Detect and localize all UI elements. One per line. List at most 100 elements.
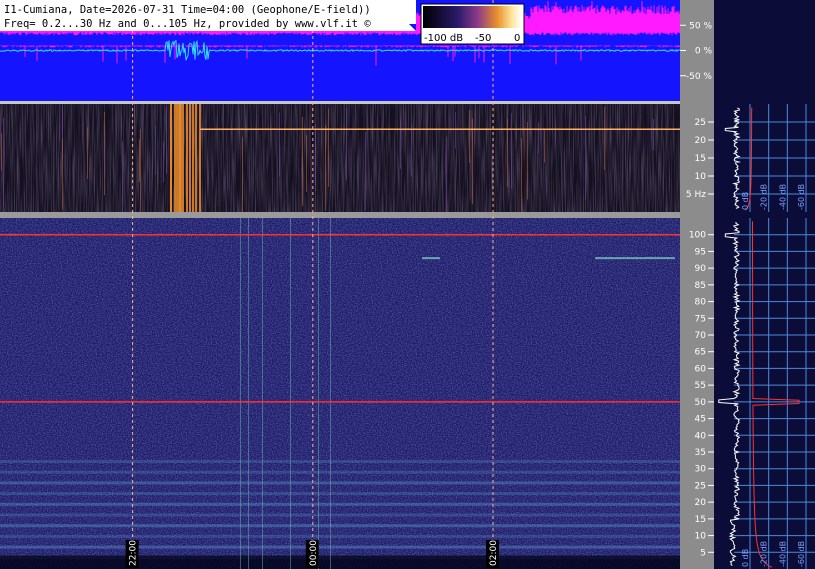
high-frequency-tick-label: 55 <box>695 381 706 391</box>
amplitude-tick-label: 0 % <box>695 47 713 57</box>
time-label: 00:00 <box>309 540 319 566</box>
vlf-spectrogram-chart: 22:00 00:00 02:00 50 % 0 % -50 % 5 Hz 10 15 20 25… <box>0 0 815 569</box>
colorbar-label-max: 0 <box>514 33 520 44</box>
low-frequency-tick-label: 15 <box>695 154 706 164</box>
spectrogram-high-streak <box>240 218 241 569</box>
colorbar-label-min: -100 dB <box>424 33 463 44</box>
spectrogram-low-burst <box>653 119 654 151</box>
spectrogram-low-burst <box>302 117 303 206</box>
spectrum-profile-db-label-high: -60 dB <box>797 541 806 567</box>
low-frequency-tick-label: 5 Hz <box>686 190 706 200</box>
spectrum-profile-db-label-low: 0 dB <box>741 192 750 210</box>
spectrogram-low-burst <box>163 142 164 183</box>
spectrogram-low-burst <box>189 104 191 212</box>
spectrogram-low-burst <box>446 136 447 213</box>
high-frequency-tick-label: 70 <box>695 331 707 341</box>
spectrogram-low-burst <box>411 124 412 177</box>
spectrogram-low-burst <box>186 104 188 212</box>
low-frequency-tick-label: 10 <box>695 172 707 182</box>
spectrum-profile-db-label-low: -40 dB <box>778 184 787 210</box>
spectrogram-low-burst <box>166 106 167 174</box>
spectrogram-low-burst <box>87 127 88 179</box>
spectrogram-low-burst <box>527 121 528 200</box>
spectrogram-low-burst <box>170 104 172 212</box>
high-frequency-tick-label: 30 <box>695 465 707 475</box>
spectrogram-low-burst <box>511 112 512 189</box>
spectrogram-low-burst <box>472 118 473 205</box>
high-frequency-tick-label: 60 <box>695 364 707 374</box>
spectrogram-low-burst <box>455 111 456 149</box>
spectrum-profile-db-label-low: -60 dB <box>797 184 806 210</box>
high-frequency-tick-label: 5 <box>700 548 706 558</box>
spectrogram-high-band <box>0 502 680 506</box>
spectrogram-high-band <box>0 513 680 517</box>
spectrogram-low-burst <box>199 104 201 212</box>
spectrogram-low-burst <box>155 126 156 176</box>
spectrogram-low-burst <box>306 135 307 192</box>
spectrogram-low-burst <box>174 104 176 212</box>
spectrogram-low-burst <box>365 132 366 212</box>
spectrogram-high-band <box>0 460 680 464</box>
high-frequency-tick-label: 65 <box>695 348 706 358</box>
header-line-2: Freq= 0.2...30 Hz and 0...105 Hz, provid… <box>4 18 371 30</box>
high-frequency-tick-label: 50 <box>695 398 707 408</box>
spectrogram-high-floor <box>0 555 680 569</box>
spectrogram-low-burst <box>346 107 347 181</box>
spectrogram-low-burst <box>104 142 105 178</box>
amplitude-tick-label: 50 % <box>689 21 712 31</box>
spectrogram-low-burst <box>182 104 184 212</box>
amplitude-tick-label: -50 % <box>686 72 713 82</box>
time-label: 02:00 <box>489 540 499 566</box>
high-frequency-tick-label: 40 <box>695 431 707 441</box>
spectrogram-low-burst <box>538 122 539 154</box>
colorbar-label-mid: -50 <box>475 33 491 44</box>
high-frequency-tick-label: 75 <box>695 314 706 324</box>
spectrogram-low-burst <box>279 112 280 177</box>
low-frequency-tick-label: 25 <box>695 118 706 128</box>
spectrogram-high-band <box>0 481 680 485</box>
time-label: 22:00 <box>129 540 139 566</box>
spectrogram-low-noise <box>0 104 680 212</box>
spectrogram-high-streak <box>290 218 291 569</box>
spectrogram-high-band <box>0 470 680 474</box>
high-frequency-tick-label: 20 <box>695 498 707 508</box>
vlf-monitor-display: 22:00 00:00 02:00 50 % 0 % -50 % 5 Hz 10 15 20 25… <box>0 0 815 569</box>
high-frequency-tick-label: 90 <box>695 264 707 274</box>
spectrogram-low-burst <box>400 120 401 169</box>
spectrogram-high-band <box>0 534 680 538</box>
colorbar: -100 dB -50 0 <box>420 3 525 45</box>
high-frequency-tick-label: 45 <box>695 415 706 425</box>
spectrogram-low-burst <box>195 104 197 212</box>
spectrogram-low-burst <box>3 117 4 207</box>
colorbar-gradient <box>423 6 522 28</box>
high-frequency-tick-label: 10 <box>695 532 707 542</box>
low-frequency-tick-label: 20 <box>695 136 707 146</box>
spectrum-profile-db-label-low: -20 dB <box>760 184 769 210</box>
spectrogram-low-burst <box>604 106 605 170</box>
panel-separator <box>0 101 680 104</box>
high-frequency-tick-label: 85 <box>695 281 706 291</box>
spectrogram-low-panel <box>0 104 680 228</box>
spectrogram-low-burst <box>178 104 180 212</box>
high-frequency-tick-label: 80 <box>695 298 707 308</box>
high-frequency-tick-label: 25 <box>695 481 706 491</box>
spectrogram-high-band <box>0 524 680 528</box>
spectrum-profile-db-label-high: -20 dB <box>760 541 769 567</box>
high-frequency-tick-label: 95 <box>695 247 706 257</box>
spectrum-profile-db-label-high: 0 dB <box>741 549 750 567</box>
spectrogram-low-burst <box>469 109 470 164</box>
spectrogram-low-burst <box>315 132 316 186</box>
spectrogram-low-burst <box>521 138 522 218</box>
spectrogram-high-streak <box>330 218 331 569</box>
panel-separator <box>0 212 680 218</box>
spectrogram-low-burst <box>192 104 194 212</box>
spectrogram-high-band <box>0 492 680 496</box>
spectrogram-high-streak <box>318 218 319 569</box>
spectrogram-high-panel <box>0 218 680 569</box>
header-line-1: I1-Cumiana, Date=2026-07-31 Time=04:00 (… <box>4 4 371 16</box>
spectrogram-high-streak <box>262 218 263 569</box>
high-frequency-tick-label: 35 <box>695 448 706 458</box>
spectrogram-high-line <box>422 257 440 260</box>
spectrogram-low-burst <box>176 104 178 212</box>
high-frequency-tick-label: 100 <box>689 231 706 241</box>
